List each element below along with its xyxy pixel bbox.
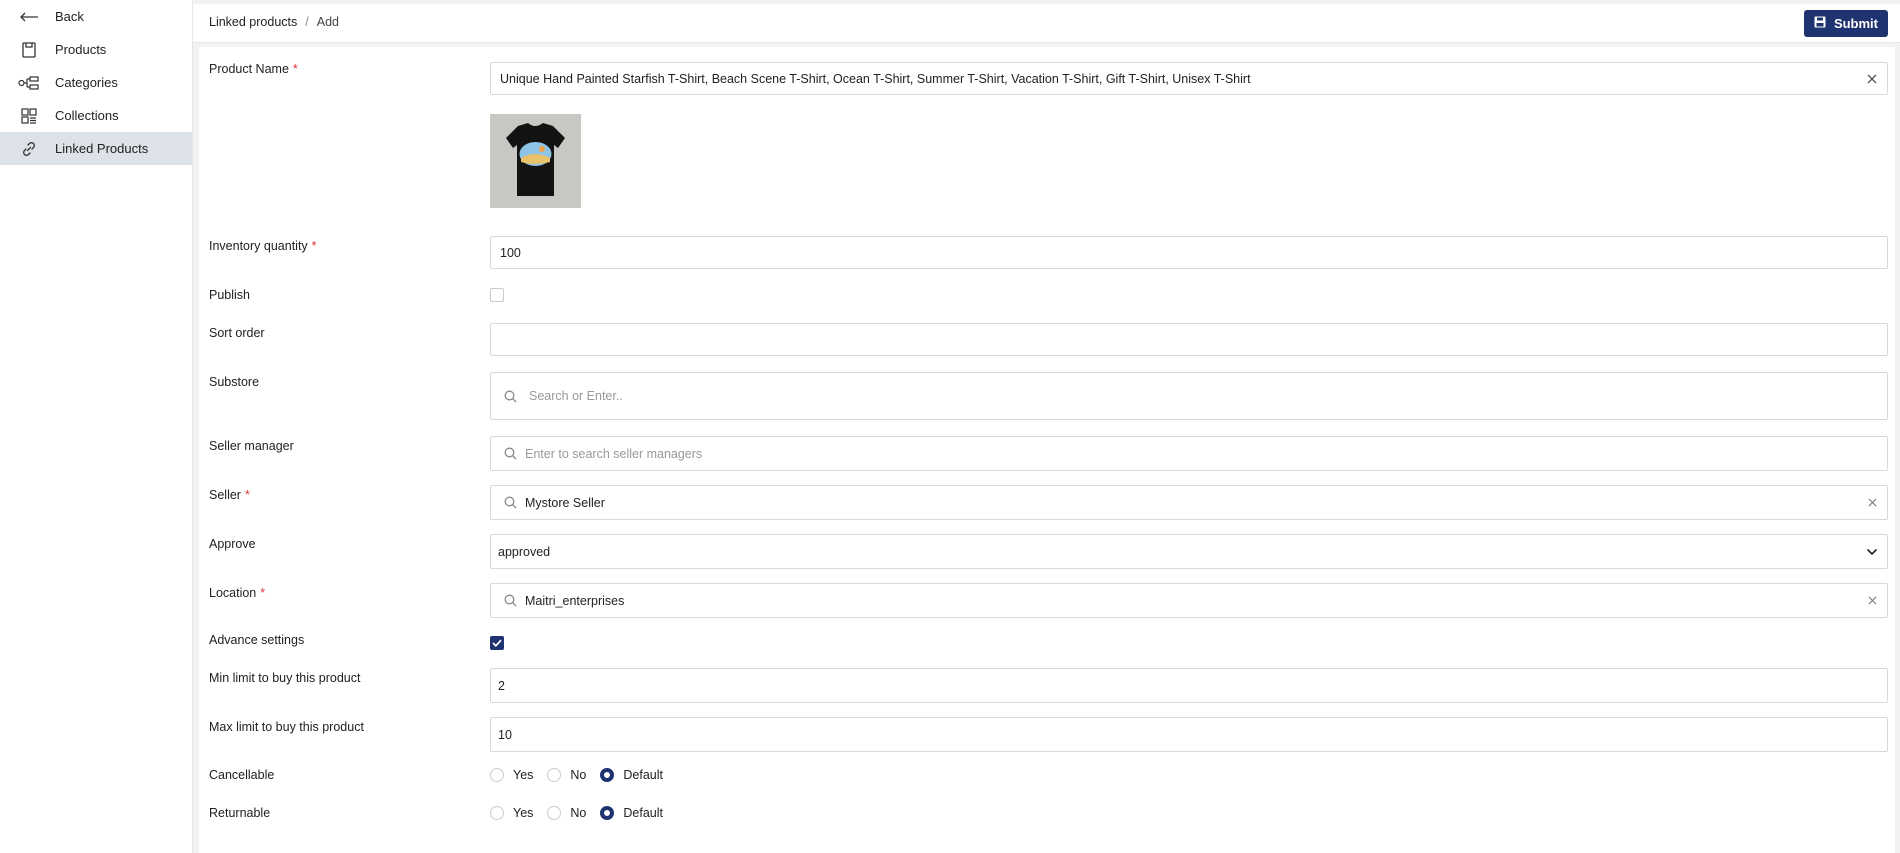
returnable-yes-radio[interactable]: Yes xyxy=(490,806,533,820)
advance-settings-label: Advance settings xyxy=(209,633,305,647)
clear-icon[interactable] xyxy=(1857,74,1887,84)
min-limit-value: 2 xyxy=(498,678,505,693)
cancellable-radio-group: Yes No Default xyxy=(490,768,677,782)
sidebar-item-categories[interactable]: Categories xyxy=(0,66,192,99)
search-icon xyxy=(495,390,525,403)
arrow-left-icon xyxy=(18,8,40,26)
sidebar-item-label: Categories xyxy=(55,75,118,90)
location-search-input[interactable]: Maitri_enterprises xyxy=(490,583,1888,618)
top-bar: Linked products / Add Submit xyxy=(193,0,1900,43)
sidebar-item-back[interactable]: Back xyxy=(0,0,192,33)
product-name-field[interactable]: Unique Hand Painted Starfish T-Shirt, Be… xyxy=(490,62,1888,95)
link-icon xyxy=(18,140,40,158)
seller-label: Seller * xyxy=(209,488,250,502)
sidebar-item-label: Products xyxy=(55,42,107,57)
seller-search-input[interactable]: Mystore Seller xyxy=(490,485,1888,520)
substore-placeholder: Search or Enter.. xyxy=(529,389,623,403)
max-limit-input[interactable]: 10 xyxy=(490,717,1888,752)
min-limit-input[interactable]: 2 xyxy=(490,668,1888,703)
cancellable-yes-radio[interactable]: Yes xyxy=(490,768,533,782)
search-icon xyxy=(495,594,525,607)
inventory-quantity-input[interactable]: 100 xyxy=(490,236,1888,269)
chevron-down-icon xyxy=(1857,548,1887,556)
search-icon xyxy=(495,447,525,460)
clear-icon[interactable] xyxy=(1857,498,1887,507)
breadcrumb: Linked products / Add xyxy=(209,15,339,29)
breadcrumb-item-add: Add xyxy=(316,15,339,29)
sidebar-item-label: Back xyxy=(55,9,84,24)
search-icon xyxy=(495,496,525,509)
sidebar-item-label: Linked Products xyxy=(55,141,149,156)
product-name-value: Unique Hand Painted Starfish T-Shirt, Be… xyxy=(500,71,1251,86)
sort-order-input[interactable] xyxy=(490,323,1888,356)
sidebar-item-label: Collections xyxy=(55,108,119,123)
returnable-radio-group: Yes No Default xyxy=(490,806,677,820)
approve-value: approved xyxy=(498,544,551,559)
sort-order-label: Sort order xyxy=(209,326,265,340)
returnable-no-radio[interactable]: No xyxy=(547,806,586,820)
main-area: Linked products / Add Submit Product Nam… xyxy=(193,0,1900,853)
substore-label: Substore xyxy=(209,375,260,389)
save-icon xyxy=(1814,16,1826,31)
breadcrumb-separator: / xyxy=(305,15,309,29)
publish-label: Publish xyxy=(209,288,250,302)
grid-icon xyxy=(18,107,40,125)
substore-search-input[interactable]: Search or Enter.. xyxy=(490,372,1888,420)
max-limit-value: 10 xyxy=(498,727,512,742)
product-name-label: Product Name * xyxy=(209,62,298,76)
advance-settings-checkbox[interactable] xyxy=(490,636,504,650)
cancellable-default-radio[interactable]: Default xyxy=(600,768,663,782)
min-limit-label: Min limit to buy this product xyxy=(209,671,361,685)
clear-icon[interactable] xyxy=(1857,596,1887,605)
form-panel: Product Name * Unique Hand Painted Starfi… xyxy=(199,47,1895,853)
approve-label: Approve xyxy=(209,537,256,551)
location-value: Maitri_enterprises xyxy=(525,593,625,608)
cancellable-label: Cancellable xyxy=(209,768,275,782)
sidebar: Back Products Categories Collections Lin… xyxy=(0,0,193,853)
box-icon xyxy=(18,41,40,59)
seller-manager-placeholder: Enter to search seller managers xyxy=(525,446,703,461)
product-image xyxy=(490,114,581,208)
inventory-value: 100 xyxy=(500,245,521,260)
seller-value: Mystore Seller xyxy=(525,495,605,510)
check-icon xyxy=(492,639,502,647)
publish-checkbox[interactable] xyxy=(490,288,504,302)
seller-manager-search-input[interactable]: Enter to search seller managers xyxy=(490,436,1888,471)
sidebar-item-collections[interactable]: Collections xyxy=(0,99,192,132)
sidebar-item-products[interactable]: Products xyxy=(0,33,192,66)
seller-manager-label: Seller manager xyxy=(209,439,294,453)
tree-icon xyxy=(18,74,40,92)
max-limit-label: Max limit to buy this product xyxy=(209,720,364,734)
inventory-label: Inventory quantity * xyxy=(209,239,317,253)
breadcrumb-item-linked-products[interactable]: Linked products xyxy=(209,15,297,29)
submit-button[interactable]: Submit xyxy=(1803,10,1888,37)
submit-label: Submit xyxy=(1833,16,1878,31)
returnable-label: Returnable xyxy=(209,806,271,820)
location-label: Location * xyxy=(209,586,266,600)
approve-select[interactable]: approved xyxy=(490,534,1888,569)
sidebar-item-linked-products[interactable]: Linked Products xyxy=(0,132,192,165)
cancellable-no-radio[interactable]: No xyxy=(547,768,586,782)
returnable-default-radio[interactable]: Default xyxy=(600,806,663,820)
